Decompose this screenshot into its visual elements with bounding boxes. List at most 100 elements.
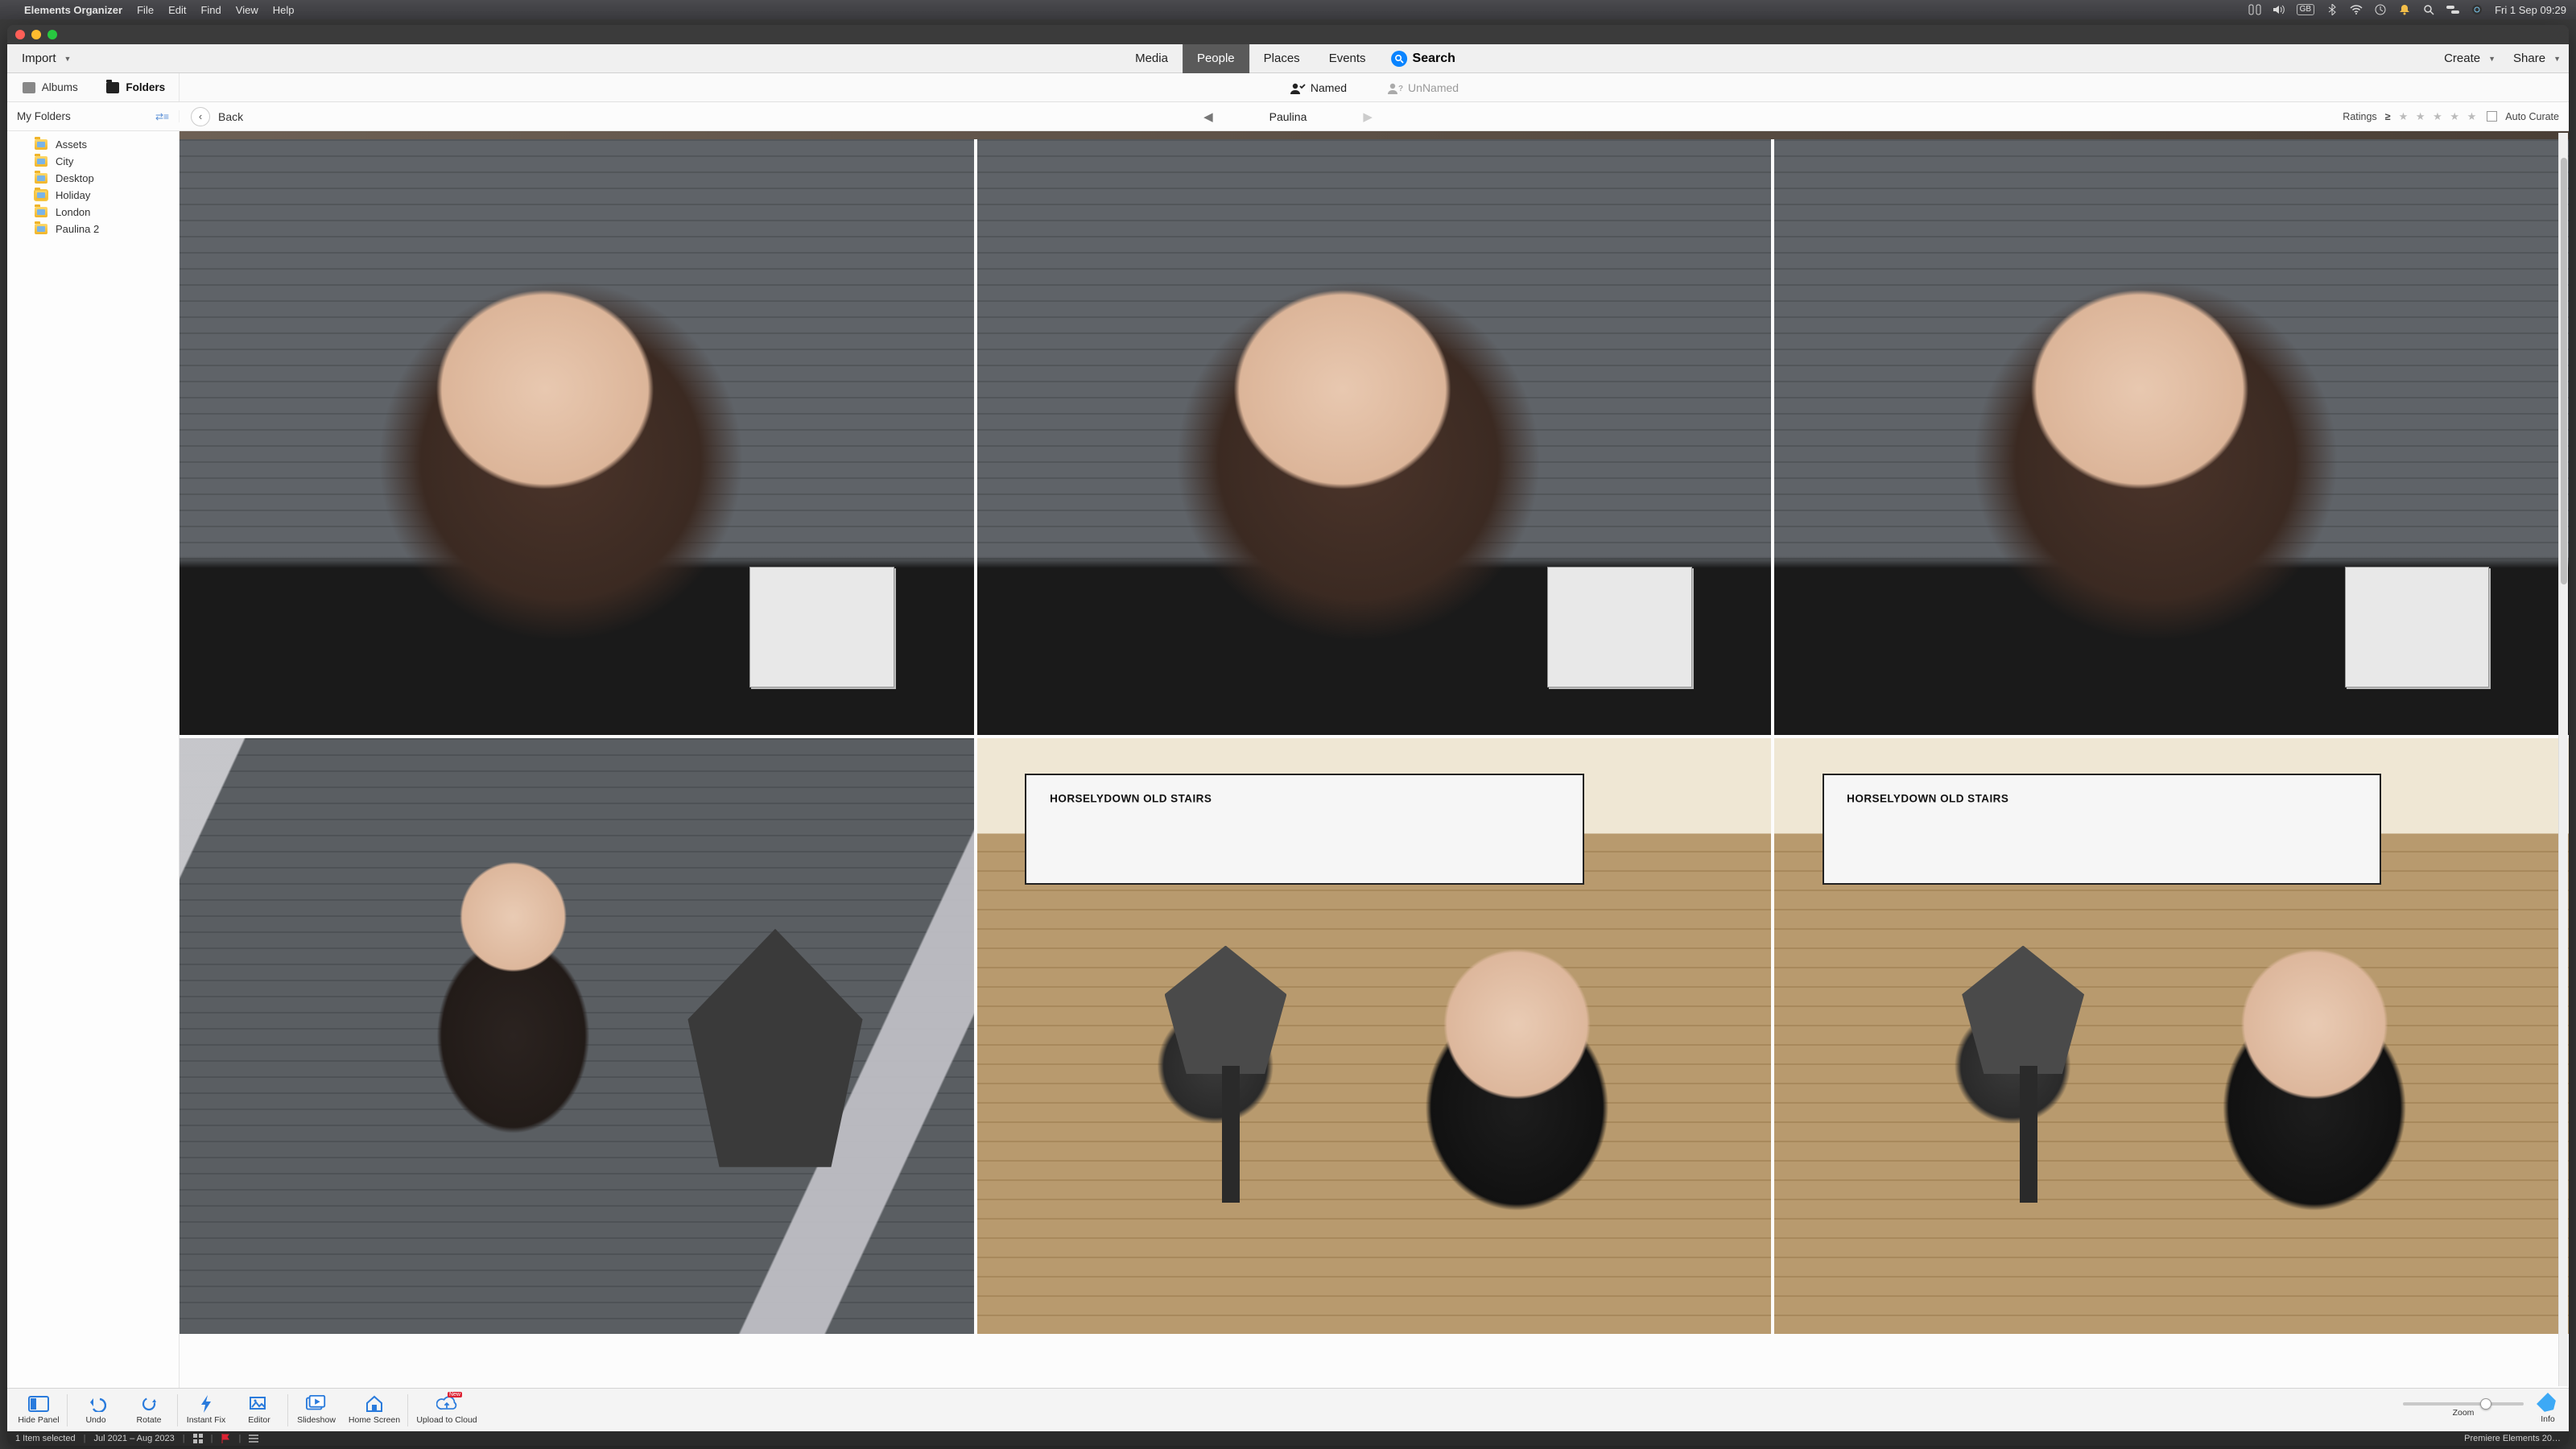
share-button[interactable]: Share ▼ [2513,52,2561,65]
thumbnail-grid: HORSELYDOWN OLD STAIRS HORSELYDOWN OLD S… [180,139,2569,1334]
menu-extra-icon[interactable] [2248,3,2261,16]
back-label: Back [218,110,243,123]
folder-item[interactable]: City [7,153,179,170]
bluetooth-icon[interactable] [2326,3,2339,16]
editor-icon [249,1395,270,1413]
menubar-clock[interactable]: Fri 1 Sep 09:29 [2495,4,2566,16]
menubar-find[interactable]: Find [200,4,221,16]
lightning-icon [196,1395,217,1413]
keyboard-layout-indicator[interactable]: GB [2297,4,2314,15]
info-button[interactable]: Info [2540,1396,2556,1424]
editor-label: Editor [248,1415,270,1425]
siri-icon[interactable] [2471,3,2483,16]
auto-curate-label: Auto Curate [2505,111,2559,122]
menubar-view[interactable]: View [236,4,258,16]
zoom-slider[interactable] [2403,1402,2524,1406]
editor-button[interactable]: Editor [233,1390,286,1430]
menubar-help[interactable]: Help [273,4,295,16]
tab-events[interactable]: Events [1315,44,1381,73]
upload-to-cloud-button[interactable]: New Upload to Cloud [410,1390,484,1430]
menubar-file[interactable]: File [137,4,154,16]
auto-curate-checkbox[interactable] [2487,111,2497,122]
menubar-app-name[interactable]: Elements Organizer [24,4,122,16]
sign-text: HORSELYDOWN OLD STAIRS [1050,792,1212,804]
slideshow-button[interactable]: Slideshow [290,1390,343,1430]
import-label: Import [22,52,56,65]
folders-tab[interactable]: Folders [93,73,180,101]
view-tabs: Media People Places Events Search [1121,44,1455,73]
wifi-icon[interactable] [2350,3,2363,16]
photo-thumbnail[interactable] [1774,139,2569,735]
back-button[interactable]: ‹ Back [180,107,254,126]
tab-places[interactable]: Places [1249,44,1315,73]
person-check-icon [1290,82,1304,93]
unnamed-label: UnNamed [1408,81,1459,94]
albums-tab[interactable]: Albums [7,73,93,101]
menubar-edit[interactable]: Edit [168,4,186,16]
undo-button[interactable]: Undo [69,1390,122,1430]
photo-thumbnail[interactable]: HORSELYDOWN OLD STAIRS [1774,738,2569,1334]
named-toggle[interactable]: Named [1290,81,1347,94]
unnamed-toggle[interactable]: ? UnNamed [1387,81,1459,94]
status-grid-icon[interactable] [193,1434,203,1443]
ratings-stars[interactable]: ★ ★ ★ ★ ★ [2399,110,2479,123]
photo-thumbnail[interactable]: HORSELYDOWN OLD STAIRS [977,738,1772,1334]
sidebar-view-toggle-icon[interactable]: ⇄≡ [155,111,169,122]
upload-label: Upload to Cloud [416,1415,477,1425]
folder-item[interactable]: Holiday [7,187,179,204]
spotlight-icon[interactable] [2422,3,2435,16]
bottom-toolbar: Hide Panel Undo Rotate Instant Fix [7,1388,2569,1431]
next-person-button[interactable]: ▶ [1363,109,1373,124]
svg-text:?: ? [1398,85,1403,93]
folder-item[interactable]: Assets [7,136,179,153]
hide-panel-button[interactable]: Hide Panel [12,1390,65,1430]
status-app-link[interactable]: Premiere Elements 20… [2464,1434,2561,1443]
instant-fix-label: Instant Fix [187,1415,225,1425]
window-close-button[interactable] [15,30,25,39]
folder-icon [35,156,47,167]
instant-fix-button[interactable]: Instant Fix [180,1390,233,1430]
window-zoom-button[interactable] [47,30,57,39]
time-machine-icon[interactable] [2374,3,2387,16]
zoom-control: Zoom [2403,1402,2524,1418]
scrollbar-thumb[interactable] [2561,158,2567,584]
tag-icon [2537,1393,2559,1415]
tab-people[interactable]: People [1183,44,1249,73]
home-screen-label: Home Screen [349,1415,400,1425]
folder-item[interactable]: London [7,204,179,221]
folder-item[interactable]: Paulina 2 [7,221,179,237]
status-daterange: Jul 2021 – Aug 2023 [93,1434,174,1443]
create-button[interactable]: Create ▼ [2444,52,2496,65]
photo-thumbnail[interactable] [180,139,974,735]
search-button[interactable]: Search [1392,51,1455,67]
volume-icon[interactable] [2273,3,2285,16]
equipment-icon [1918,917,2140,1203]
zoom-slider-thumb[interactable] [2480,1398,2491,1410]
rotate-label: Rotate [137,1415,162,1425]
folder-icon [35,139,47,150]
ratings-operator-icon[interactable]: ≥ [2385,111,2391,122]
folder-label: Assets [56,138,87,151]
status-flag-icon[interactable] [221,1434,230,1443]
window-minimize-button[interactable] [31,30,41,39]
ratings-label: Ratings [2343,111,2376,122]
status-selection: 1 Item selected [15,1434,76,1443]
undo-label: Undo [85,1415,105,1425]
status-bar: 1 Item selected | Jul 2021 – Aug 2023 | … [7,1431,2569,1446]
status-list-icon[interactable] [249,1434,258,1443]
folder-label: Desktop [56,172,94,184]
home-screen-button[interactable]: Home Screen [343,1390,406,1430]
create-label: Create [2444,52,2480,65]
import-button[interactable]: Import ▼ [15,48,77,68]
notification-center-icon[interactable] [2398,3,2411,16]
photo-thumbnail[interactable] [180,738,974,1334]
vertical-scrollbar[interactable] [2558,133,2568,1386]
folder-item[interactable]: Desktop [7,170,179,187]
rotate-button[interactable]: Rotate [122,1390,175,1430]
tab-media[interactable]: Media [1121,44,1183,73]
control-center-icon[interactable] [2446,3,2459,16]
toolbar-separator [407,1394,408,1426]
zoom-label: Zoom [2453,1408,2475,1418]
photo-thumbnail[interactable] [977,139,1772,735]
prev-person-button[interactable]: ◀ [1203,109,1213,124]
